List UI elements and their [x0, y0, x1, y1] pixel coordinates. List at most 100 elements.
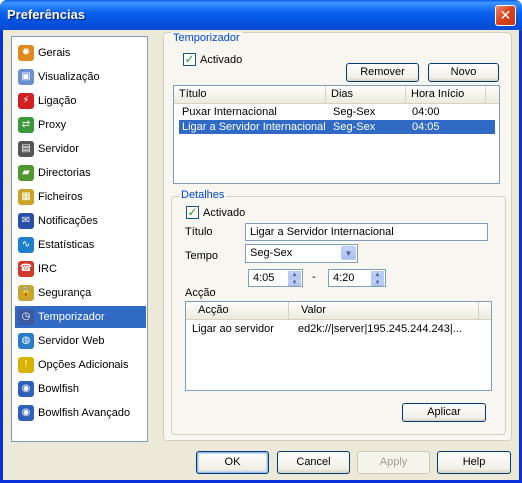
sidebar-item-label: Directorias — [38, 167, 91, 179]
details-enabled-label: Activado — [203, 206, 246, 219]
scheduler-enabled-checkbox[interactable]: ✓ Activado — [183, 53, 242, 66]
details-enabled-checkbox[interactable]: ✓ Activado — [186, 206, 245, 219]
sidebar-item[interactable]: ▤ Servidor — [15, 138, 146, 160]
action-label: Acção — [185, 287, 216, 299]
sidebar-item-label: Temporizador — [38, 311, 105, 323]
schedule-row-title: Puxar Internacional — [182, 106, 277, 118]
column-header-days[interactable]: Dias — [326, 86, 406, 103]
close-button[interactable]: ✕ — [495, 5, 516, 26]
title-bar[interactable]: Preferências ✕ — [0, 0, 522, 31]
apply-button[interactable]: Apply — [357, 451, 430, 474]
schedule-row-start: 04:00 — [412, 106, 440, 118]
actions-list-header: Acção Valor — [186, 302, 491, 320]
warning-icon: ! — [18, 357, 34, 373]
sidebar-item[interactable]: ✉ Notificações — [15, 210, 146, 232]
actions-list[interactable]: Acção Valor Ligar ao servidor ed2k://|se… — [185, 301, 492, 391]
dialog-body: ✹ Gerais ▣ Visualização ⚡ Ligação ⇄ Proxy ▤ Servi… — [3, 30, 519, 480]
action-row-value: ed2k://|server|195.245.244.243|... — [298, 323, 462, 335]
notification-icon: ✉ — [18, 213, 34, 229]
schedule-row-selected[interactable]: Ligar a Servidor Internacional Seg-Sex 0… — [179, 120, 495, 134]
sidebar-item[interactable]: ▣ Visualização — [15, 66, 146, 88]
start-time-value: 4:05 — [253, 272, 275, 284]
sidebar-item-label: Proxy — [38, 119, 67, 131]
sidebar-item[interactable]: ◉ Bowlfish — [15, 378, 146, 400]
remove-button[interactable]: Remover — [346, 63, 419, 82]
sidebar-item[interactable]: ✹ Gerais — [15, 42, 146, 64]
title-input[interactable]: Ligar a Servidor Internacional — [245, 223, 488, 241]
sidebar-item[interactable]: ▦ Ficheiros — [15, 186, 146, 208]
schedule-row-start: 04:05 — [412, 121, 440, 133]
checkbox-check-icon: ✓ — [183, 52, 196, 66]
server-icon: ▤ — [18, 141, 34, 157]
spin-up-icon[interactable]: ▲ — [288, 271, 301, 279]
details-apply-button[interactable]: Aplicar — [402, 403, 486, 422]
proxy-icon: ⇄ — [18, 117, 34, 133]
irc-icon: ☎ — [18, 261, 34, 277]
sidebar-item-label: Servidor Web — [38, 335, 105, 347]
start-time-spinner[interactable]: 4:05 ▲ ▼ — [248, 269, 303, 287]
spin-down-icon[interactable]: ▼ — [288, 279, 301, 286]
sidebar-item-label: Bowlfish Avançado — [38, 407, 131, 419]
sidebar-item-label: Bowlfish — [38, 383, 79, 395]
web-server-icon: ◍ — [18, 333, 34, 349]
schedule-row-title: Ligar a Servidor Internacional — [182, 121, 326, 133]
action-row-action: Ligar ao servidor — [192, 323, 274, 335]
column-header-action[interactable]: Acção — [186, 302, 289, 319]
sidebar-item-label: Opções Adicionais — [38, 359, 129, 371]
schedule-list[interactable]: Título Dias Hora Início Puxar Internacio… — [173, 85, 500, 184]
sidebar-item[interactable]: ◍ Servidor Web — [15, 330, 146, 352]
chevron-down-icon[interactable]: ▼ — [341, 246, 356, 260]
preferences-sidebar: ✹ Gerais ▣ Visualização ⚡ Ligação ⇄ Proxy ▤ Servi… — [11, 36, 148, 442]
sidebar-item[interactable]: ☎ IRC — [15, 258, 146, 280]
end-time-spin-buttons[interactable]: ▲ ▼ — [371, 271, 384, 286]
sidebar-item-label: Estatísticas — [38, 239, 95, 251]
display-icon: ▣ — [18, 69, 34, 85]
sidebar-item[interactable]: ! Opções Adicionais — [15, 354, 146, 376]
sidebar-item[interactable]: ▰ Directorias — [15, 162, 146, 184]
end-time-spinner[interactable]: 4:20 ▲ ▼ — [328, 269, 386, 287]
sidebar-item-label: Notificações — [38, 215, 98, 227]
ok-button[interactable]: OK — [196, 451, 269, 474]
clock-icon: ◷ — [18, 309, 34, 325]
plug-icon: ⚡ — [18, 93, 34, 109]
title-field-label: Título — [185, 226, 213, 238]
sidebar-item[interactable]: ⇄ Proxy — [15, 114, 146, 136]
details-group-title: Detalhes — [179, 189, 227, 201]
scheduler-panel: Temporizador ✓ Activado Remover Novo Tít… — [163, 32, 512, 441]
time-range-separator: - — [312, 271, 316, 283]
spin-up-icon[interactable]: ▲ — [371, 271, 384, 279]
scheduler-enabled-label: Activado — [200, 53, 243, 66]
days-select[interactable]: Seg-Sex ▼ — [245, 244, 358, 263]
sidebar-item-label: Segurança — [38, 287, 92, 299]
bowlfish-advanced-icon: ◉ — [18, 405, 34, 421]
lock-icon: 🔒 — [18, 285, 34, 301]
column-header-title[interactable]: Título — [174, 86, 326, 103]
sidebar-item[interactable]: 🔒 Segurança — [15, 282, 146, 304]
sidebar-item[interactable]: ◉ Bowlfish Avançado — [15, 402, 146, 424]
gear-icon: ✹ — [18, 45, 34, 61]
start-time-spin-buttons[interactable]: ▲ ▼ — [288, 271, 301, 286]
files-icon: ▦ — [18, 189, 34, 205]
help-button[interactable]: Help — [437, 451, 511, 474]
sidebar-item[interactable]: ∿ Estatísticas — [15, 234, 146, 256]
statistics-icon: ∿ — [18, 237, 34, 253]
preferences-window: Preferências ✕ ✹ Gerais ▣ Visualização ⚡ Liga… — [0, 0, 522, 483]
sidebar-item[interactable]: ◷ Temporizador — [15, 306, 146, 328]
sidebar-item-label: IRC — [38, 263, 57, 275]
cancel-button[interactable]: Cancel — [277, 451, 350, 474]
sidebar-item-label: Ligação — [38, 95, 77, 107]
end-time-value: 4:20 — [333, 272, 355, 284]
sidebar-item-label: Ficheiros — [38, 191, 83, 203]
column-header-value[interactable]: Valor — [289, 302, 479, 319]
schedule-row-days: Seg-Sex — [333, 121, 376, 133]
schedule-row-days: Seg-Sex — [333, 106, 376, 118]
new-button[interactable]: Novo — [428, 63, 499, 82]
window-title: Preferências — [7, 7, 86, 22]
column-header-start[interactable]: Hora Início — [406, 86, 486, 103]
sidebar-item-label: Servidor — [38, 143, 79, 155]
folder-icon: ▰ — [18, 165, 34, 181]
days-select-value: Seg-Sex — [250, 247, 293, 259]
spin-down-icon[interactable]: ▼ — [371, 279, 384, 286]
schedule-list-header: Título Dias Hora Início — [174, 86, 499, 104]
sidebar-item[interactable]: ⚡ Ligação — [15, 90, 146, 112]
